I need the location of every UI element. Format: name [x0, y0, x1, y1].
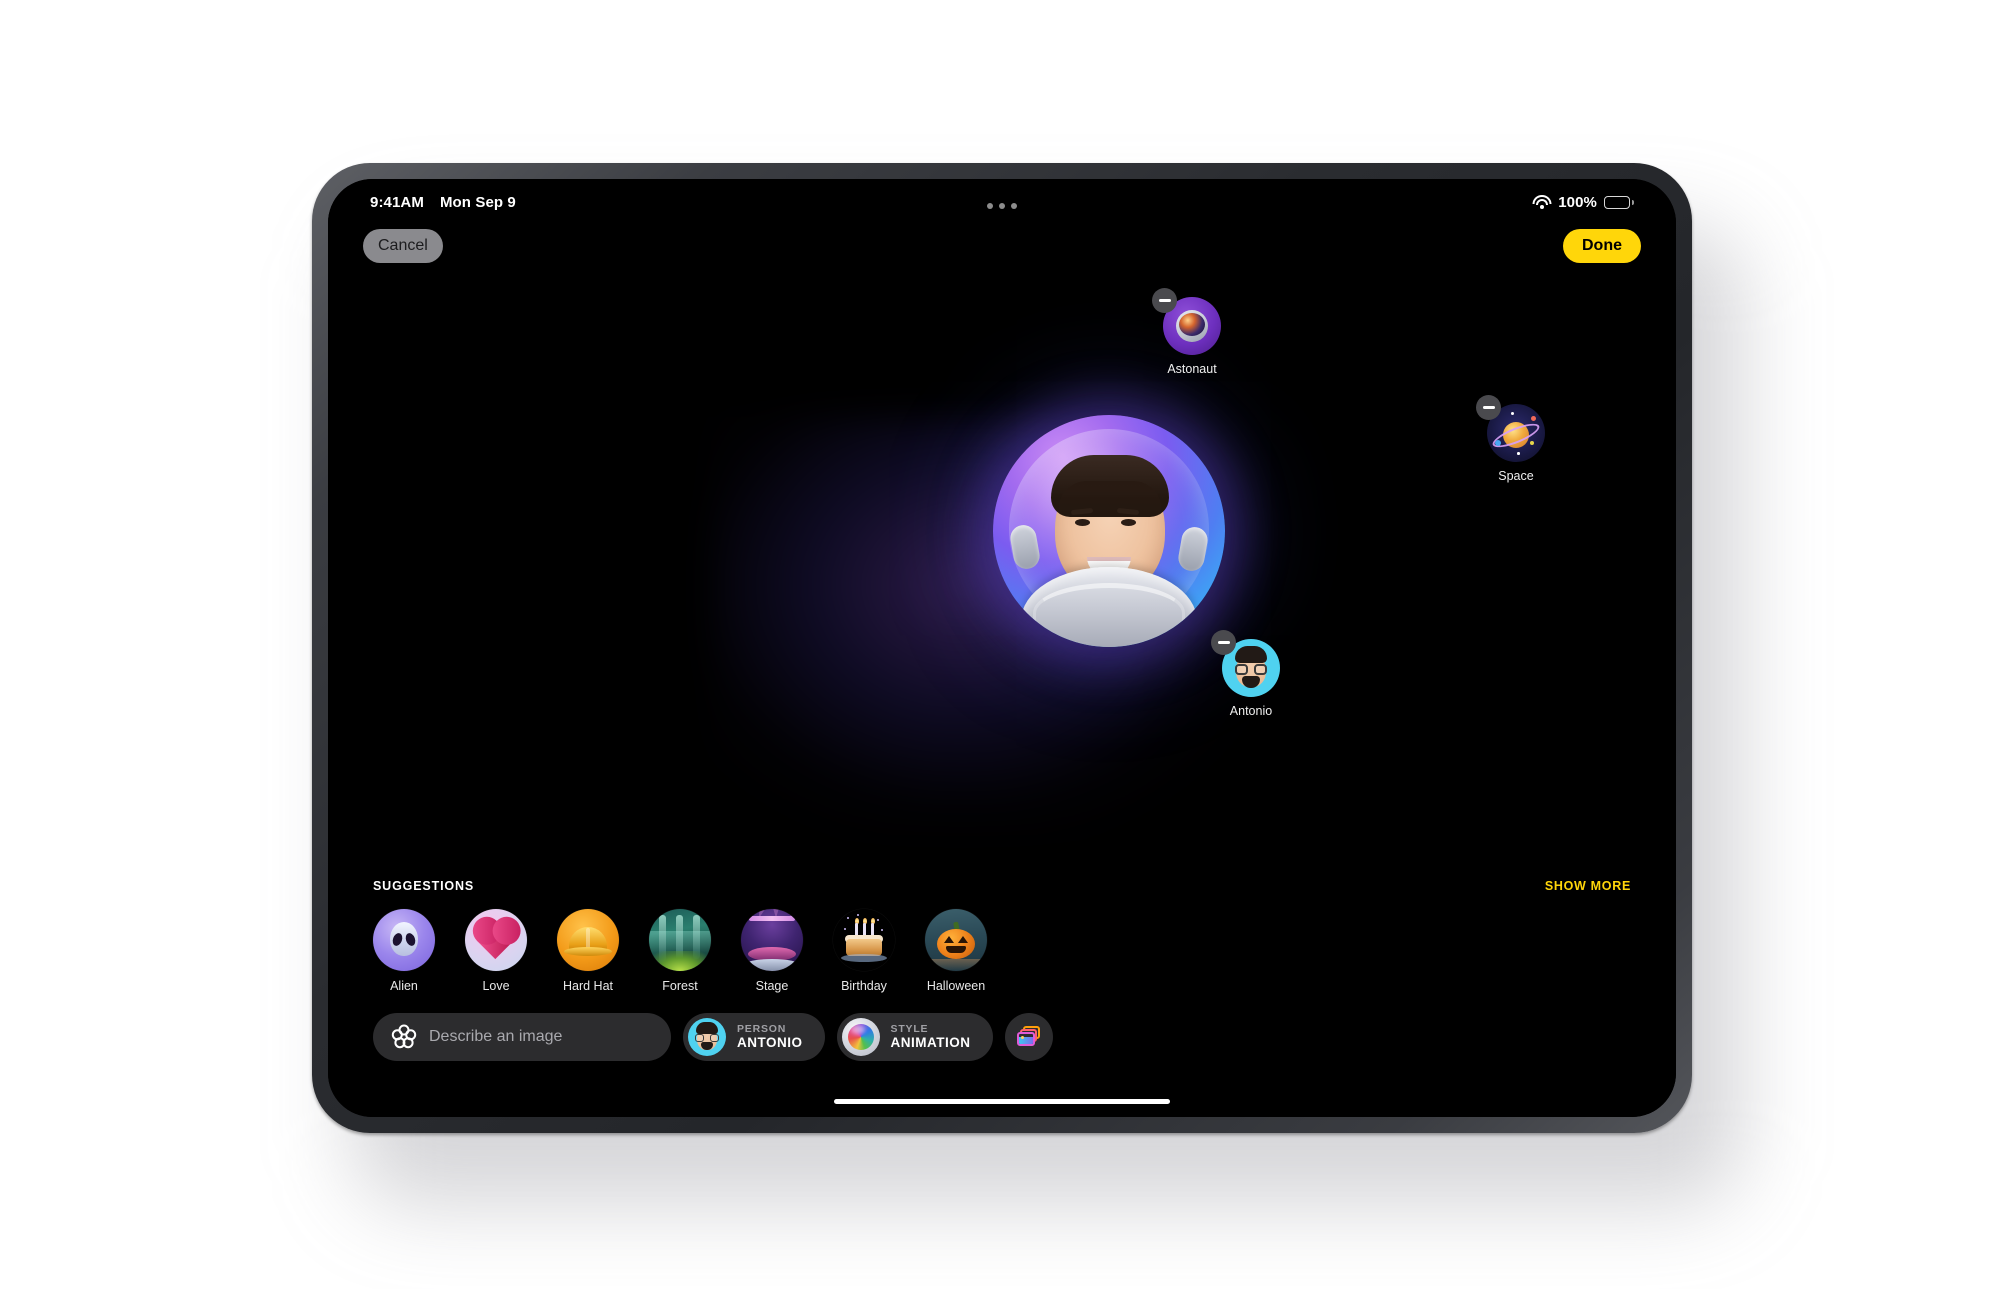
suggestion-label: Hard Hat — [562, 979, 614, 993]
pumpkin-icon — [925, 909, 987, 971]
style-orb-icon — [841, 1018, 880, 1056]
minus-icon — [1158, 299, 1171, 302]
handle-dot — [1011, 203, 1017, 209]
person-hair — [1051, 455, 1169, 517]
person-selector-chip[interactable]: PERSON ANTONIO — [683, 1013, 825, 1061]
home-indicator[interactable] — [834, 1099, 1170, 1104]
concept-label: Astonaut — [1167, 362, 1217, 376]
suggestion-item-stage[interactable]: Stage — [741, 909, 803, 993]
person-chip-kicker: PERSON — [737, 1022, 787, 1035]
bottom-toolbar: PERSON ANTONIO STYLE ANIMATION — [373, 1013, 1631, 1061]
suggestion-item-love[interactable]: Love — [465, 909, 527, 993]
describe-image-field[interactable] — [373, 1013, 671, 1061]
show-more-button[interactable]: SHOW MORE — [1545, 879, 1631, 893]
concept-chip-antonio[interactable]: Antonio — [1207, 630, 1295, 718]
photos-library-icon — [1016, 1026, 1041, 1048]
status-bar-right: 100% — [1532, 194, 1634, 211]
forest-icon — [649, 909, 711, 971]
concept-thumbnail[interactable] — [1211, 630, 1280, 697]
concept-thumbnail[interactable] — [1152, 288, 1221, 355]
suggestion-item-hard-hat[interactable]: Hard Hat — [557, 909, 619, 993]
screenshot-scene: 9:41AM Mon Sep 9 100% Cancel Done Astona… — [0, 0, 2000, 1289]
suggestions-header: SUGGESTIONS SHOW MORE — [328, 879, 1676, 893]
birthday-cake-icon — [833, 909, 895, 971]
person-chip-value: ANTONIO — [737, 1035, 803, 1051]
device-screen-bezel: 9:41AM Mon Sep 9 100% Cancel Done Astona… — [328, 179, 1676, 1117]
concept-thumbnail[interactable] — [1476, 395, 1545, 462]
image-playground-icon — [391, 1024, 417, 1050]
generated-image-preview[interactable] — [993, 415, 1225, 647]
suggestion-label: Love — [482, 979, 510, 993]
cancel-button[interactable]: Cancel — [363, 229, 443, 263]
concept-chip-astronaut[interactable]: Astonaut — [1148, 288, 1236, 376]
suggestion-label: Halloween — [926, 979, 986, 993]
style-chip-text: STYLE ANIMATION — [891, 1023, 971, 1051]
suggestion-label: Stage — [755, 979, 789, 993]
stage-icon — [741, 909, 803, 971]
style-chip-value: ANIMATION — [890, 1035, 971, 1051]
tablet-device-frame: 9:41AM Mon Sep 9 100% Cancel Done Astona… — [312, 163, 1692, 1133]
memoji-avatar-icon — [688, 1018, 726, 1056]
suggestions-section: SUGGESTIONS SHOW MORE Alien Love Hard Ha… — [328, 879, 1676, 993]
image-canvas-area: Astonaut Space Antonio — [328, 267, 1676, 887]
suggestion-label: Forest — [662, 979, 698, 993]
suggestion-label: Birthday — [841, 979, 887, 993]
wifi-icon — [1532, 195, 1552, 209]
concept-chip-space[interactable]: Space — [1472, 395, 1560, 483]
minus-icon — [1482, 406, 1495, 409]
suggestion-item-alien[interactable]: Alien — [373, 909, 435, 993]
handle-dot — [999, 203, 1005, 209]
status-time: 9:41AM — [370, 193, 424, 211]
heart-icon — [465, 909, 527, 971]
battery-percent-label: 100% — [1558, 193, 1597, 211]
style-selector-chip[interactable]: STYLE ANIMATION — [836, 1013, 993, 1061]
remove-concept-button[interactable] — [1211, 630, 1236, 655]
multitasking-handle[interactable] — [983, 197, 1021, 215]
status-date: Mon Sep 9 — [439, 193, 516, 211]
suggestion-item-halloween[interactable]: Halloween — [925, 909, 987, 993]
handle-dot — [987, 203, 993, 209]
style-chip-kicker: STYLE — [890, 1022, 929, 1035]
done-button[interactable]: Done — [1563, 229, 1641, 263]
app-screen: 9:41AM Mon Sep 9 100% Cancel Done Astona… — [328, 179, 1676, 1117]
suggestion-label: Alien — [390, 979, 418, 993]
person-chip-text: PERSON ANTONIO — [737, 1023, 803, 1051]
describe-input[interactable] — [429, 1028, 653, 1046]
suggestion-item-birthday[interactable]: Birthday — [833, 909, 895, 993]
battery-icon — [1604, 195, 1634, 209]
suggestions-title: SUGGESTIONS — [373, 879, 475, 893]
hard-hat-icon — [557, 909, 619, 971]
suggestion-item-forest[interactable]: Forest — [649, 909, 711, 993]
status-bar-left: 9:41AM Mon Sep 9 — [370, 194, 516, 211]
person-eye-left — [1075, 519, 1090, 526]
remove-concept-button[interactable] — [1152, 288, 1177, 313]
remove-concept-button[interactable] — [1476, 395, 1501, 420]
minus-icon — [1217, 641, 1230, 644]
photo-library-button[interactable] — [1004, 1013, 1053, 1061]
concept-label: Space — [1498, 469, 1534, 483]
concept-label: Antonio — [1229, 704, 1273, 718]
alien-icon — [373, 909, 435, 971]
suggestion-list: Alien Love Hard Hat Forest Stage Birthda… — [328, 909, 1676, 993]
person-eye-right — [1121, 519, 1136, 526]
helmet-collar-ring — [1033, 583, 1185, 643]
